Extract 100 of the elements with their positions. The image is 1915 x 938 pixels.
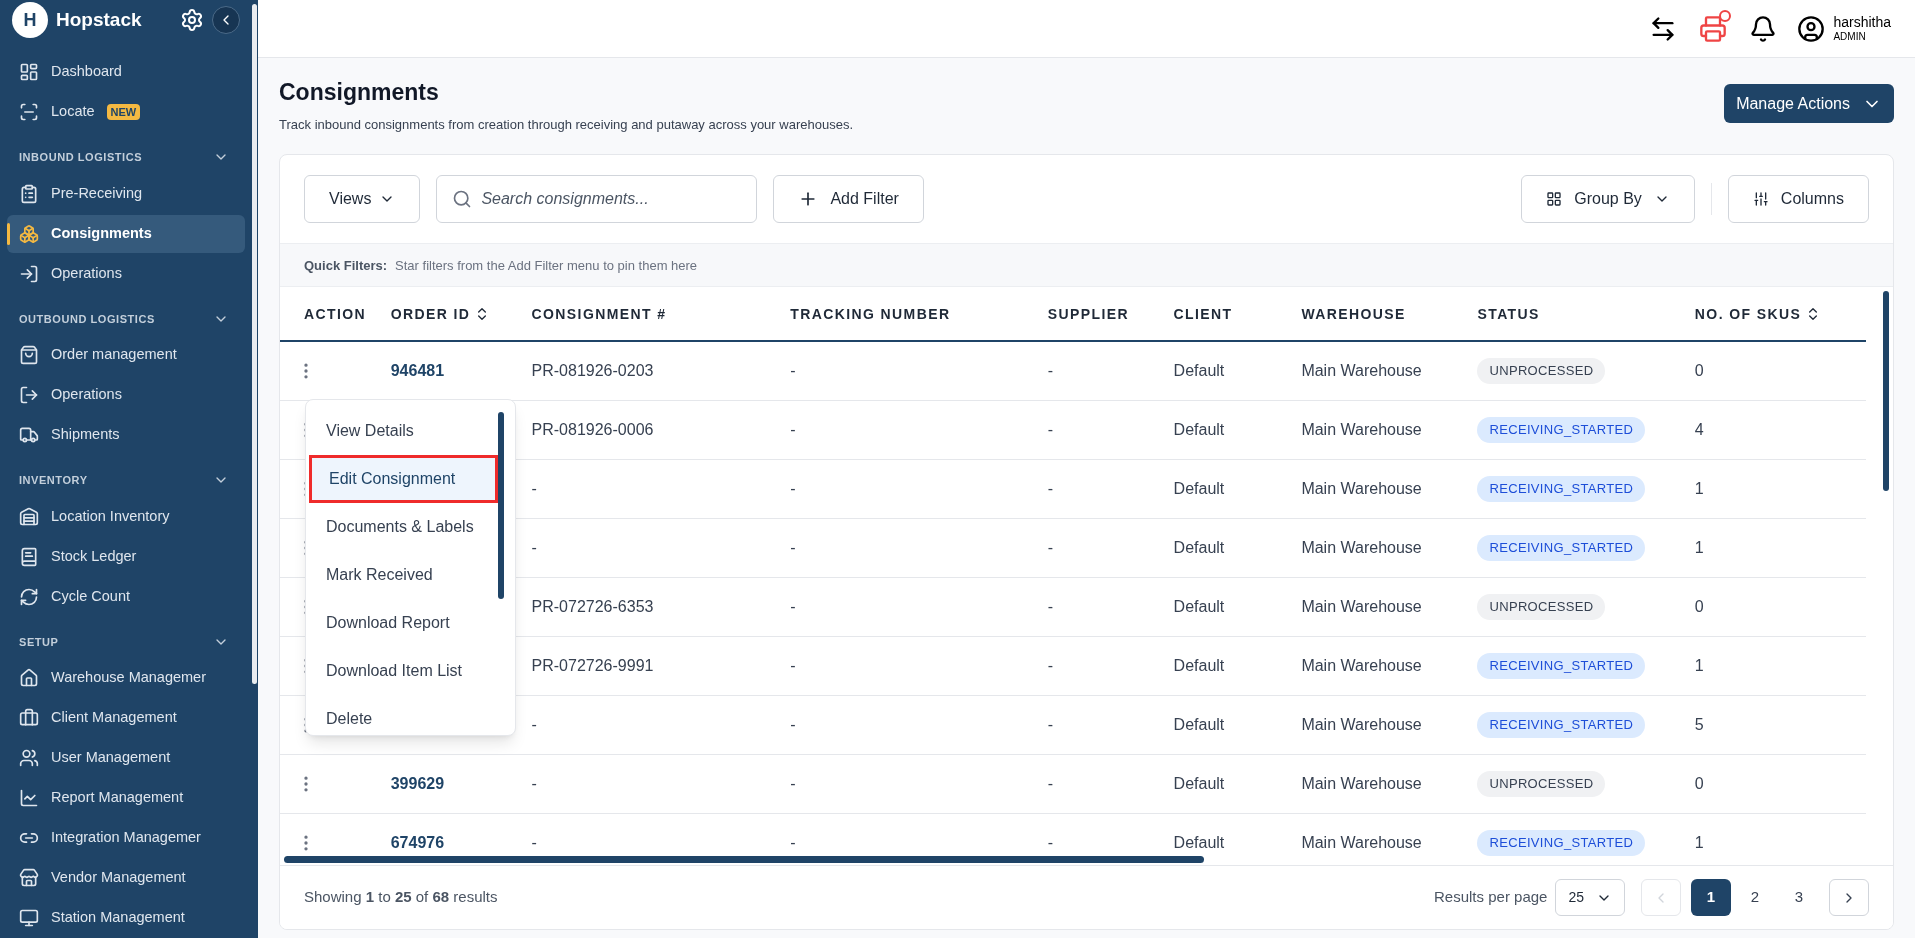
grid-icon (1546, 191, 1563, 208)
dashboard-icon (19, 62, 39, 82)
table-cell: - (790, 774, 796, 792)
notification-icon[interactable] (1749, 14, 1778, 43)
search-field[interactable]: Search consignments... (436, 175, 758, 224)
column-header[interactable]: NO. OF SKUS (1694, 303, 1802, 325)
sidebar-item[interactable]: User Management (7, 739, 245, 777)
menu-item[interactable]: View Details (309, 407, 498, 456)
sidebar-item[interactable]: Integration Managemer (7, 819, 245, 857)
scrollbar-thumb[interactable] (1883, 291, 1889, 492)
order-id-link[interactable]: 946481 (390, 362, 445, 379)
new-badge: NEW (106, 103, 141, 121)
table-cell: Main Warehouse (1301, 538, 1422, 556)
menu-item[interactable]: Mark Received (309, 551, 498, 600)
menu-item[interactable]: Documents & Labels (309, 503, 498, 552)
page-title: Consignments (279, 78, 440, 107)
table-cell: Default (1173, 774, 1225, 792)
sidebar-item[interactable]: Cycle Count (7, 577, 245, 616)
column-header: WAREHOUSE (1301, 304, 1406, 324)
section-title: INVENTORY (19, 473, 88, 488)
refresh-icon (19, 586, 39, 607)
settings-icon[interactable] (180, 8, 204, 32)
column-header: CLIENT (1173, 304, 1233, 324)
briefcase-icon (19, 708, 39, 728)
scrollbar-thumb[interactable] (252, 4, 257, 684)
table-cell: Main Warehouse (1301, 833, 1422, 851)
section-title: OUTBOUND LOGISTICS (19, 311, 155, 327)
manage-actions-button[interactable]: Manage Actions (1724, 84, 1894, 123)
table-cell: - (1047, 656, 1054, 674)
table-cell: PR-072726-9991 (531, 656, 654, 674)
status-badge: RECEIVING_STARTED (1477, 712, 1646, 738)
table-cell: Main Warehouse (1301, 420, 1422, 438)
table-cell: 0 (1694, 774, 1704, 792)
section-title: INBOUND LOGISTICS (19, 150, 143, 165)
sidebar-item[interactable]: Order management (7, 336, 245, 374)
columns-button[interactable]: Columns (1727, 175, 1869, 224)
sidebar-item[interactable]: Location Inventory (7, 497, 245, 536)
column-header: ACTION (304, 304, 367, 324)
table-cell: - (790, 597, 796, 615)
table-cell: - (531, 538, 537, 556)
sidebar-item[interactable]: Report Management (7, 779, 245, 817)
line-chart-icon (19, 788, 39, 808)
per-page-select[interactable]: 25 (1555, 879, 1625, 916)
sidebar-item[interactable]: Pre-Receiving (7, 174, 245, 213)
section-title: SETUP (19, 634, 59, 650)
table-cell: Default (1173, 538, 1225, 556)
page-button[interactable]: 1 (1691, 879, 1731, 916)
table-cell: Main Warehouse (1301, 715, 1422, 733)
per-page-label: Results per page (1434, 887, 1548, 908)
login-icon (19, 263, 39, 284)
table-cell: 5 (1694, 715, 1704, 733)
sidebar-item[interactable]: Client Management (7, 699, 245, 737)
table-cell: - (1047, 538, 1054, 556)
sidebar-item[interactable]: Shipments (7, 416, 245, 454)
table-cell: - (1047, 715, 1054, 733)
table-cell: 0 (1694, 597, 1704, 615)
menu-item[interactable]: Download Report (309, 599, 498, 648)
order-id-link[interactable]: 674976 (390, 833, 445, 851)
table-cell: PR-072726-6353 (531, 597, 654, 615)
menu-item[interactable]: Edit Consignment (309, 455, 498, 504)
column-header[interactable]: ORDER ID (390, 303, 471, 325)
sidebar-item[interactable]: Dashboard (7, 53, 245, 91)
scrollbar-thumb[interactable] (498, 412, 504, 600)
monitor-icon (19, 908, 39, 928)
collapse-button[interactable] (212, 6, 240, 34)
users-icon (19, 748, 39, 768)
sidebar-item[interactable]: Operations (7, 254, 245, 293)
add-filter-button[interactable]: Add Filter (773, 175, 924, 224)
avatar-icon[interactable] (1797, 14, 1826, 43)
sidebar-item[interactable]: Stock Ledger (7, 537, 245, 576)
sidebar-item[interactable]: Station Management (7, 899, 245, 937)
table-cell: Main Warehouse (1301, 479, 1422, 497)
column-header: TRACKING NUMBER (790, 304, 951, 324)
scrollbar-thumb[interactable] (284, 856, 1204, 863)
page-button[interactable]: 3 (1779, 879, 1819, 916)
sidebar-item[interactable]: Consignments (7, 214, 245, 253)
table-cell: - (790, 833, 796, 851)
printer-alert-icon[interactable] (1697, 12, 1730, 45)
menu-item[interactable]: Download Item List (309, 647, 498, 696)
sidebar-item[interactable]: Vendor Management (7, 859, 245, 897)
store-icon (19, 868, 39, 888)
group-by-button[interactable]: Group By (1521, 175, 1695, 224)
table-cell: Main Warehouse (1301, 597, 1422, 615)
views-button[interactable]: Views (304, 175, 421, 224)
table-cell: - (531, 774, 537, 792)
table-cell: PR-081926-0203 (531, 362, 654, 379)
sidebar-item[interactable]: Warehouse Managemer (7, 659, 245, 697)
menu-item[interactable]: Delete (309, 695, 498, 736)
page-button[interactable]: 2 (1735, 879, 1775, 916)
sidebar-item[interactable]: Locate NEW (7, 93, 245, 131)
order-id-link[interactable]: 399629 (390, 774, 445, 792)
status-badge: UNPROCESSED (1477, 358, 1606, 384)
table-cell: - (790, 479, 796, 497)
status-badge: RECEIVING_STARTED (1477, 535, 1646, 561)
column-header: STATUS (1477, 304, 1540, 324)
table-cell: PR-081926-0006 (531, 420, 654, 438)
quick-filters-hint: Star filters from the Add Filter menu to pin them here (395, 256, 698, 275)
results-summary: Showing 1 to 25 of 68 results (304, 887, 499, 908)
table-cell: Default (1173, 656, 1225, 674)
sidebar-item[interactable]: Operations (7, 376, 245, 414)
